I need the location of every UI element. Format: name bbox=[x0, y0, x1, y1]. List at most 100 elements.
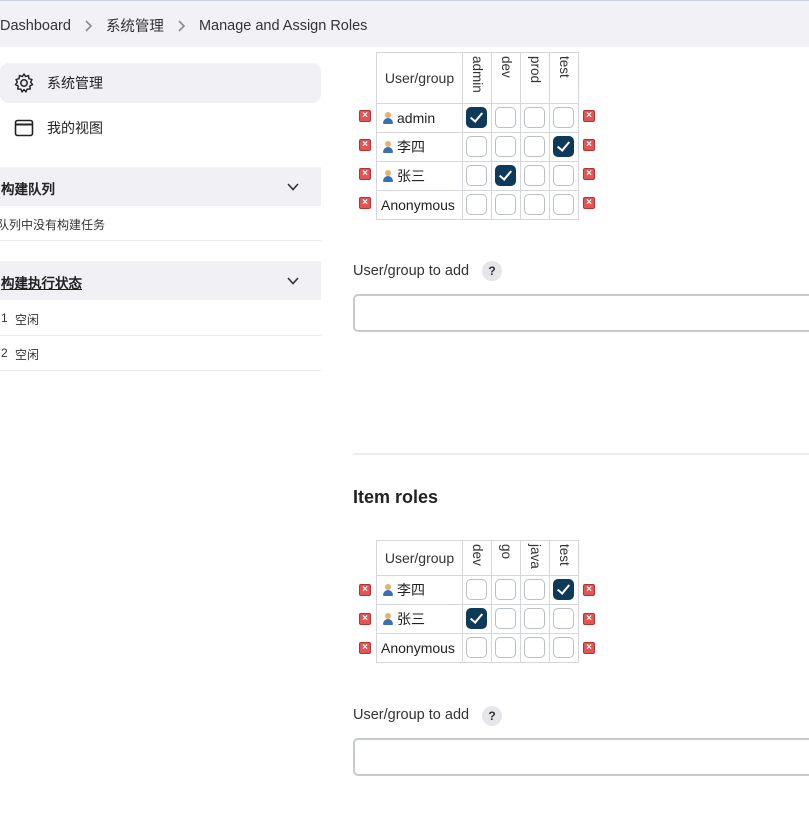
role-cell bbox=[462, 633, 492, 663]
role-checkbox[interactable] bbox=[495, 165, 516, 186]
breadcrumb-system-admin[interactable]: 系统管理 bbox=[106, 15, 164, 36]
role-checkbox[interactable] bbox=[466, 107, 487, 128]
delete-icon[interactable]: × bbox=[359, 110, 371, 122]
role-checkbox[interactable] bbox=[553, 107, 574, 128]
sidebar-item-my-views[interactable]: 我的视图 bbox=[0, 108, 321, 148]
user-cell: 李四 bbox=[376, 575, 463, 605]
user-cell: 李四 bbox=[376, 132, 463, 162]
user-icon bbox=[383, 170, 393, 182]
role-cell bbox=[462, 575, 492, 605]
role-cell bbox=[462, 103, 492, 133]
role-checkbox[interactable] bbox=[553, 165, 574, 186]
role-checkbox[interactable] bbox=[495, 136, 516, 157]
build-queue-header[interactable]: 构建队列 bbox=[0, 167, 321, 206]
user-name: 张三 bbox=[397, 168, 425, 184]
role-checkbox[interactable] bbox=[553, 194, 574, 215]
delete-icon[interactable]: × bbox=[583, 584, 595, 596]
chevron-right-icon bbox=[177, 19, 186, 32]
role-checkbox[interactable] bbox=[553, 579, 574, 600]
role-cell bbox=[491, 190, 521, 220]
user-cell: admin bbox=[376, 103, 463, 133]
chevron-down-icon[interactable] bbox=[286, 274, 300, 288]
role-checkbox[interactable] bbox=[553, 136, 574, 157]
role-checkbox[interactable] bbox=[466, 579, 487, 600]
user-name: 张三 bbox=[397, 611, 425, 627]
role-checkbox[interactable] bbox=[524, 194, 545, 215]
table-row: 李四 bbox=[376, 575, 579, 605]
table-row: admin bbox=[376, 103, 579, 133]
item-user-group-input[interactable] bbox=[353, 738, 809, 776]
role-checkbox[interactable] bbox=[524, 637, 545, 658]
delete-icon[interactable]: × bbox=[359, 584, 371, 596]
breadcrumb: Dashboard 系统管理 Manage and Assign Roles bbox=[0, 15, 367, 36]
delete-icon[interactable]: × bbox=[583, 168, 595, 180]
role-cell bbox=[549, 633, 579, 663]
window-icon bbox=[13, 117, 35, 139]
role-checkbox[interactable] bbox=[524, 579, 545, 600]
executors-header[interactable]: 构建执行状态 bbox=[0, 261, 321, 300]
delete-icon[interactable]: × bbox=[583, 139, 595, 151]
delete-icon[interactable]: × bbox=[583, 613, 595, 625]
role-checkbox[interactable] bbox=[495, 194, 516, 215]
role-cell bbox=[520, 604, 550, 634]
role-checkbox[interactable] bbox=[524, 608, 545, 629]
role-cell bbox=[520, 190, 550, 220]
user-icon bbox=[383, 613, 393, 625]
delete-icon[interactable]: × bbox=[583, 110, 595, 122]
role-checkbox[interactable] bbox=[524, 165, 545, 186]
role-checkbox[interactable] bbox=[466, 608, 487, 629]
role-cell bbox=[491, 161, 521, 191]
executor-status: 空闲 bbox=[15, 313, 40, 327]
help-icon[interactable]: ? bbox=[482, 261, 502, 281]
role-cell bbox=[491, 103, 521, 133]
breadcrumb-dashboard[interactable]: Dashboard bbox=[0, 18, 71, 34]
executor-row: 1 空闲 bbox=[0, 301, 321, 336]
sidebar-item-system-admin[interactable]: 系统管理 bbox=[0, 63, 321, 103]
role-checkbox[interactable] bbox=[495, 608, 516, 629]
breadcrumb-bar: Dashboard 系统管理 Manage and Assign Roles bbox=[0, 0, 809, 47]
role-checkbox[interactable] bbox=[553, 608, 574, 629]
role-cell bbox=[549, 132, 579, 162]
delete-icon[interactable]: × bbox=[359, 139, 371, 151]
role-cell bbox=[549, 161, 579, 191]
role-checkbox[interactable] bbox=[524, 136, 545, 157]
delete-icon[interactable]: × bbox=[583, 197, 595, 209]
role-checkbox[interactable] bbox=[553, 637, 574, 658]
role-header: go bbox=[491, 540, 521, 576]
delete-icon[interactable]: × bbox=[359, 642, 371, 654]
role-cell bbox=[491, 633, 521, 663]
delete-icon[interactable]: × bbox=[359, 613, 371, 625]
executor-number: 1 bbox=[1, 311, 8, 325]
help-icon[interactable]: ? bbox=[482, 706, 502, 726]
user-icon bbox=[383, 584, 393, 596]
role-checkbox[interactable] bbox=[524, 107, 545, 128]
global-user-group-input[interactable] bbox=[353, 294, 809, 332]
user-icon bbox=[383, 112, 393, 124]
breadcrumb-current[interactable]: Manage and Assign Roles bbox=[199, 18, 367, 34]
delete-icon[interactable]: × bbox=[359, 168, 371, 180]
role-cell bbox=[549, 103, 579, 133]
executors-title[interactable]: 构建执行状态 bbox=[1, 272, 82, 292]
role-checkbox[interactable] bbox=[495, 579, 516, 600]
delete-icon[interactable]: × bbox=[359, 197, 371, 209]
user-name: admin bbox=[397, 110, 436, 126]
chevron-down-icon[interactable] bbox=[286, 180, 300, 194]
delete-icon[interactable]: × bbox=[583, 642, 595, 654]
role-cell bbox=[549, 190, 579, 220]
table-row: Anonymous bbox=[376, 190, 579, 220]
role-checkbox[interactable] bbox=[495, 637, 516, 658]
role-checkbox[interactable] bbox=[466, 637, 487, 658]
build-queue-title: 构建队列 bbox=[1, 182, 55, 197]
role-header: admin bbox=[462, 52, 492, 104]
role-header: dev bbox=[462, 540, 492, 576]
user-group-header: User/group bbox=[376, 540, 463, 576]
user-cell: Anonymous bbox=[376, 190, 463, 220]
role-checkbox[interactable] bbox=[466, 194, 487, 215]
table-row: 张三 bbox=[376, 604, 579, 634]
build-queue-empty-text: 队列中没有构建任务 bbox=[0, 218, 106, 232]
role-checkbox[interactable] bbox=[466, 165, 487, 186]
role-checkbox[interactable] bbox=[495, 107, 516, 128]
role-checkbox[interactable] bbox=[466, 136, 487, 157]
user-name: 李四 bbox=[397, 582, 425, 598]
user-group-header: User/group bbox=[376, 52, 463, 104]
